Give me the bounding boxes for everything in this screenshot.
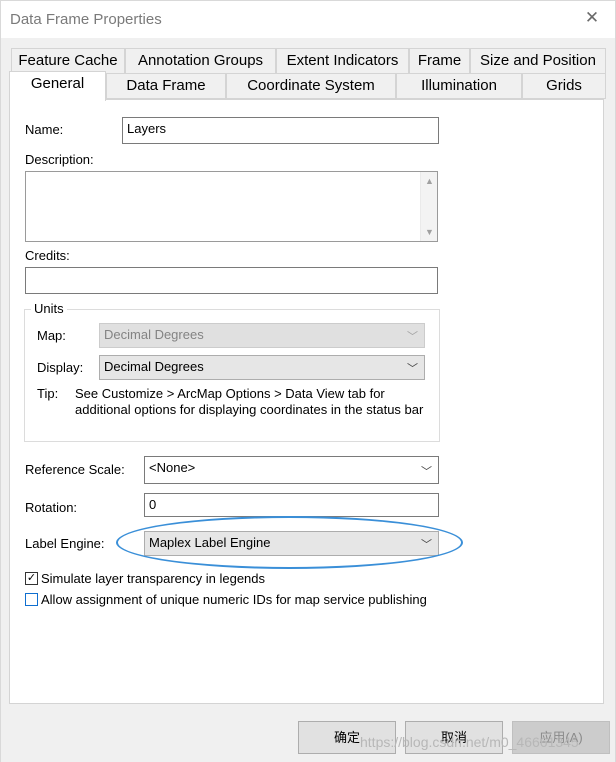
tab-size-and-position[interactable]: Size and Position bbox=[470, 48, 606, 74]
tab-label: Coordinate System bbox=[247, 77, 375, 94]
reference-scale-label: Reference Scale: bbox=[25, 462, 125, 477]
scroll-down-icon[interactable]: ▼ bbox=[421, 224, 438, 240]
tab-frame[interactable]: Frame bbox=[409, 48, 470, 74]
chevron-down-icon[interactable]: ﹀ bbox=[407, 360, 418, 376]
credits-label: Credits: bbox=[25, 248, 70, 263]
simulate-transparency-label: Simulate layer transparency in legends bbox=[41, 571, 266, 586]
tab-label: Data Frame bbox=[126, 77, 206, 94]
description-scrollbar[interactable]: ▲ ▼ bbox=[420, 172, 437, 241]
scroll-up-icon[interactable]: ▲ bbox=[421, 173, 438, 189]
cancel-button[interactable]: 取消 bbox=[405, 721, 503, 754]
name-input[interactable]: Layers bbox=[122, 117, 439, 144]
tab-extent-indicators[interactable]: Extent Indicators bbox=[276, 48, 409, 74]
tab-grids[interactable]: Grids bbox=[522, 73, 606, 99]
map-units-label: Map: bbox=[37, 328, 66, 343]
tab-data-frame[interactable]: Data Frame bbox=[106, 73, 226, 99]
chevron-down-icon: ﹀ bbox=[407, 331, 418, 343]
tab-label: Grids bbox=[546, 77, 582, 94]
name-label: Name: bbox=[25, 122, 64, 137]
tab-label: Illumination bbox=[421, 77, 497, 94]
tab-label: General bbox=[30, 75, 85, 92]
tab-label: Feature Cache bbox=[18, 52, 118, 69]
display-units-label: Display: bbox=[37, 360, 84, 375]
label-engine-label: Label Engine: bbox=[25, 536, 105, 551]
label-engine-select[interactable]: Maplex Label Engine ﹀ bbox=[144, 531, 439, 556]
display-units-value: Decimal Degrees bbox=[104, 359, 204, 374]
title-bar: Data Frame Properties ✕ bbox=[0, 0, 616, 38]
rotation-input[interactable]: 0 bbox=[144, 493, 439, 517]
tip-label: Tip: bbox=[37, 386, 59, 401]
description-label: Description: bbox=[25, 152, 94, 167]
display-units-select[interactable]: Decimal Degrees ﹀ bbox=[99, 355, 425, 380]
apply-button: 应用(A) bbox=[512, 721, 610, 754]
map-units-select: Decimal Degrees ﹀ bbox=[99, 323, 425, 348]
reference-scale-value: <None> bbox=[149, 460, 196, 475]
tab-label: Frame bbox=[417, 52, 462, 69]
units-group-title: Units bbox=[31, 301, 67, 316]
map-units-value: Decimal Degrees bbox=[104, 327, 204, 342]
unique-ids-label: Allow assignment of unique numeric IDs f… bbox=[41, 592, 427, 607]
tip-text-line1: See Customize > ArcMap Options > Data Vi… bbox=[75, 386, 385, 401]
simulate-transparency-checkbox[interactable]: ✓ bbox=[25, 572, 38, 585]
close-icon[interactable]: ✕ bbox=[583, 8, 601, 30]
general-tab-panel: Name: Layers Description: ▲ ▼ Credits: U… bbox=[9, 99, 604, 704]
description-textarea[interactable]: ▲ ▼ bbox=[25, 171, 438, 242]
window-title: Data Frame Properties bbox=[10, 11, 162, 28]
unique-ids-checkbox[interactable] bbox=[25, 593, 38, 606]
tab-label: Size and Position bbox=[480, 52, 596, 69]
label-engine-value: Maplex Label Engine bbox=[149, 535, 271, 550]
chevron-down-icon[interactable]: ﹀ bbox=[421, 463, 432, 479]
tab-annotation-groups[interactable]: Annotation Groups bbox=[125, 48, 276, 74]
tip-text-line2: additional options for displaying coordi… bbox=[75, 402, 424, 417]
tab-coordinate-system[interactable]: Coordinate System bbox=[226, 73, 396, 99]
tab-illumination[interactable]: Illumination bbox=[396, 73, 522, 99]
chevron-down-icon[interactable]: ﹀ bbox=[421, 536, 432, 552]
credits-input[interactable] bbox=[25, 267, 438, 294]
reference-scale-combo[interactable]: <None> ﹀ bbox=[144, 456, 439, 484]
ok-button[interactable]: 确定 bbox=[298, 721, 396, 754]
tab-label: Annotation Groups bbox=[137, 52, 264, 69]
tab-general[interactable]: General bbox=[9, 71, 106, 101]
units-groupbox: Units Map: Decimal Degrees ﹀ Display: De… bbox=[24, 301, 440, 442]
rotation-label: Rotation: bbox=[25, 500, 78, 515]
tab-label: Extent Indicators bbox=[286, 52, 399, 69]
